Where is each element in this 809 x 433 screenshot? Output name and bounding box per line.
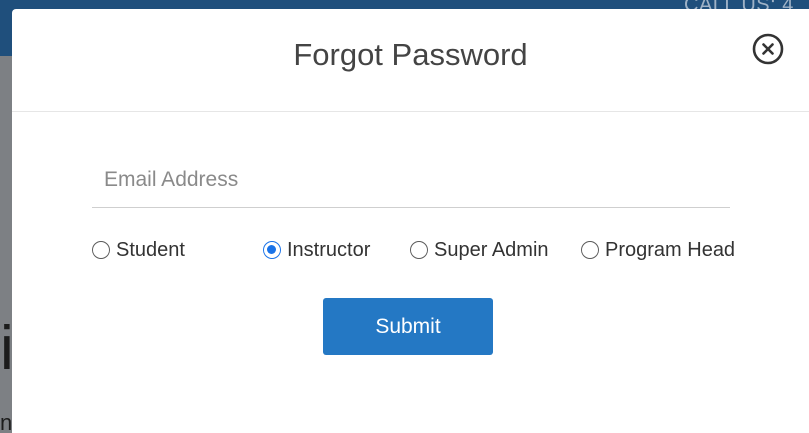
role-option-student[interactable]: Student — [92, 237, 185, 263]
program-head-radio[interactable] — [581, 241, 599, 259]
role-label-student: Student — [116, 238, 185, 261]
modal-title: Forgot Password — [293, 37, 528, 72]
role-option-super-admin[interactable]: Super Admin — [410, 237, 549, 263]
instructor-radio[interactable] — [263, 241, 281, 259]
role-label-instructor: Instructor — [287, 238, 371, 261]
forgot-password-modal: Forgot Password Student Instructor Super… — [12, 9, 809, 433]
close-icon[interactable] — [752, 33, 784, 65]
email-field-container — [92, 157, 730, 208]
student-radio[interactable] — [92, 241, 110, 259]
submit-button[interactable]: Submit — [323, 298, 493, 355]
role-label-super-admin: Super Admin — [434, 238, 549, 261]
modal-header: Forgot Password — [12, 9, 809, 112]
role-option-program-head[interactable]: Program Head — [581, 237, 735, 263]
super-admin-radio[interactable] — [410, 241, 428, 259]
role-label-program-head: Program Head — [605, 238, 736, 261]
role-option-instructor[interactable]: Instructor — [263, 237, 370, 263]
email-address-input[interactable] — [104, 163, 714, 197]
background-text-fragment-small: n — [0, 410, 13, 433]
